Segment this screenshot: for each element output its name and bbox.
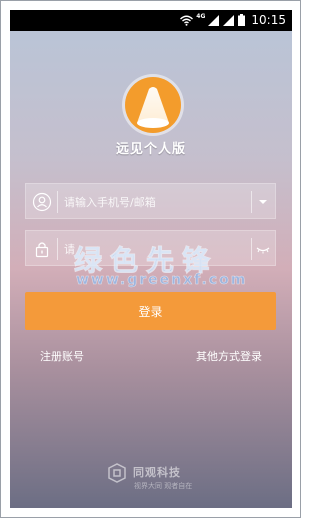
company-logo-icon: [108, 463, 126, 483]
signal-icon: [208, 14, 220, 26]
battery-icon: [238, 14, 246, 26]
status-icons: 4G 10:15: [180, 13, 286, 27]
watermark-url: www.greenxf.com: [76, 272, 248, 289]
screenshot-frame: 4G 10:15 远见个人版 请输入手机号/邮箱 请 绿色先锋 www.gree…: [0, 0, 301, 518]
network-type: 4G: [196, 13, 206, 20]
lock-icon: [35, 242, 49, 258]
other-login-link[interactable]: 其他方式登录: [196, 348, 262, 364]
company-slogan: 视界大同 观者自在: [134, 482, 193, 490]
phone-placeholder: 请输入手机号/邮箱: [64, 196, 156, 209]
status-bar: 4G 10:15: [10, 10, 292, 31]
status-time: 10:15: [251, 13, 286, 27]
user-icon: [32, 192, 52, 212]
spotlight-icon: [137, 87, 169, 128]
app-screen: 4G 10:15 远见个人版 请输入手机号/邮箱 请 绿色先锋 www.gree…: [10, 10, 292, 508]
eye-closed-icon[interactable]: [256, 242, 270, 256]
register-link[interactable]: 注册账号: [40, 348, 84, 364]
field-divider: [57, 238, 58, 260]
field-divider-right: [251, 238, 252, 260]
app-logo: [125, 77, 181, 133]
field-divider-right: [251, 191, 252, 213]
signal-icon-2: [223, 14, 235, 26]
wifi-icon: [180, 15, 194, 26]
login-button[interactable]: 登录: [25, 292, 276, 330]
field-divider: [57, 191, 58, 213]
app-title: 远见个人版: [115, 142, 186, 157]
phone-email-field[interactable]: 请输入手机号/邮箱: [25, 183, 276, 219]
dropdown-arrow-icon[interactable]: [256, 195, 270, 209]
footer-brand: 同观科技 视界大同 观者自在: [106, 461, 206, 497]
company-name: 同观科技: [133, 466, 181, 479]
